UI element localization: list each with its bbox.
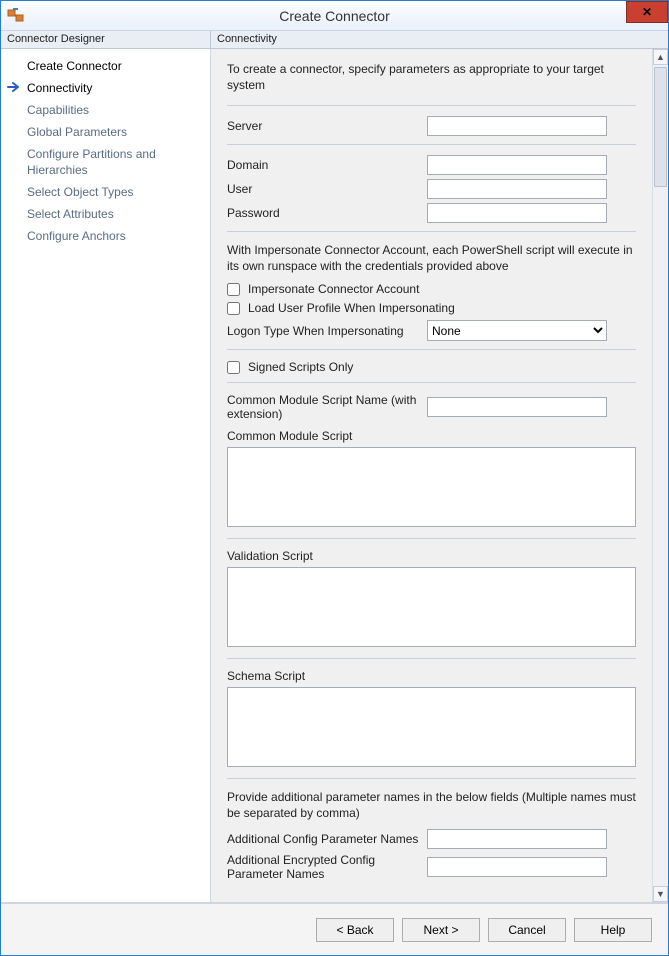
footer: < Back Next > Cancel Help [1, 903, 668, 955]
scrollbar-thumb[interactable] [654, 67, 667, 187]
schema-script-textarea[interactable] [227, 687, 636, 767]
domain-input[interactable] [427, 155, 607, 175]
server-label: Server [227, 119, 427, 133]
additional-params-note: Provide additional parameter names in th… [227, 789, 636, 821]
intro-text: To create a connector, specify parameter… [227, 61, 636, 93]
sidebar-item-partitions[interactable]: Configure Partitions and Hierarchies [1, 143, 210, 181]
divider [227, 105, 636, 106]
impersonate-checkbox[interactable] [227, 283, 240, 296]
additional-config-label: Additional Config Parameter Names [227, 832, 427, 846]
validation-script-label: Validation Script [227, 549, 636, 563]
divider [227, 231, 636, 232]
divider [227, 349, 636, 350]
additional-enc-config-input[interactable] [427, 857, 607, 877]
user-input[interactable] [427, 179, 607, 199]
common-module-script-label: Common Module Script [227, 429, 636, 443]
additional-config-input[interactable] [427, 829, 607, 849]
scroll-down-button[interactable]: ▼ [653, 886, 668, 902]
common-module-script-textarea[interactable] [227, 447, 636, 527]
sidebar-item-label: Capabilities [27, 103, 89, 117]
sidebar-item-label: Configure Anchors [27, 229, 126, 243]
load-profile-checkbox[interactable] [227, 302, 240, 315]
divider [227, 144, 636, 145]
divider [227, 382, 636, 383]
content-pane: To create a connector, specify parameter… [211, 49, 652, 902]
sidebar-item-connectivity[interactable]: Connectivity [1, 77, 210, 99]
load-profile-checkbox-label: Load User Profile When Impersonating [248, 301, 455, 315]
sidebar-item-label: Connectivity [27, 81, 92, 95]
titlebar: Create Connector ✕ [1, 1, 668, 31]
sidebar-item-label: Select Object Types [27, 185, 134, 199]
arrow-right-icon [7, 81, 21, 97]
sidebar-item-create-connector[interactable]: Create Connector [1, 55, 210, 77]
logon-type-label: Logon Type When Impersonating [227, 324, 427, 338]
divider [227, 658, 636, 659]
sidebar-item-global-parameters[interactable]: Global Parameters [1, 121, 210, 143]
common-module-name-input[interactable] [427, 397, 607, 417]
scrollbar-track[interactable] [653, 65, 668, 886]
chevron-down-icon: ▼ [656, 889, 665, 899]
signed-scripts-checkbox-label: Signed Scripts Only [248, 360, 353, 374]
window-title: Create Connector [1, 8, 668, 24]
domain-label: Domain [227, 158, 427, 172]
common-module-name-label: Common Module Script Name (with extensio… [227, 393, 427, 421]
logon-type-select[interactable]: None [427, 320, 607, 341]
divider [227, 538, 636, 539]
schema-script-label: Schema Script [227, 669, 636, 683]
signed-scripts-checkbox[interactable] [227, 361, 240, 374]
back-button[interactable]: < Back [316, 918, 394, 942]
help-button[interactable]: Help [574, 918, 652, 942]
sidebar-item-anchors[interactable]: Configure Anchors [1, 225, 210, 247]
validation-script-textarea[interactable] [227, 567, 636, 647]
user-label: User [227, 182, 427, 196]
cancel-button[interactable]: Cancel [488, 918, 566, 942]
sidebar: Create Connector Connectivity Capabiliti… [1, 49, 211, 902]
app-icon [7, 7, 25, 25]
password-input[interactable] [427, 203, 607, 223]
content-header: Connectivity [211, 31, 668, 49]
scroll-up-button[interactable]: ▲ [653, 49, 668, 65]
sidebar-item-label: Create Connector [27, 59, 122, 73]
close-button[interactable]: ✕ [626, 1, 668, 23]
sidebar-header: Connector Designer [1, 31, 211, 49]
server-input[interactable] [427, 116, 607, 136]
impersonate-note: With Impersonate Connector Account, each… [227, 242, 636, 274]
sidebar-item-object-types[interactable]: Select Object Types [1, 181, 210, 203]
sidebar-item-label: Configure Partitions and Hierarchies [27, 147, 156, 177]
sidebar-item-label: Global Parameters [27, 125, 127, 139]
sidebar-item-label: Select Attributes [27, 207, 114, 221]
divider [227, 778, 636, 779]
next-button[interactable]: Next > [402, 918, 480, 942]
sidebar-item-capabilities[interactable]: Capabilities [1, 99, 210, 121]
password-label: Password [227, 206, 427, 220]
section-headers: Connector Designer Connectivity [1, 31, 668, 49]
impersonate-checkbox-label: Impersonate Connector Account [248, 282, 419, 296]
sidebar-item-attributes[interactable]: Select Attributes [1, 203, 210, 225]
vertical-scrollbar[interactable]: ▲ ▼ [652, 49, 668, 902]
chevron-up-icon: ▲ [656, 52, 665, 62]
additional-enc-config-label: Additional Encrypted Config Parameter Na… [227, 853, 427, 881]
close-icon: ✕ [642, 5, 652, 19]
